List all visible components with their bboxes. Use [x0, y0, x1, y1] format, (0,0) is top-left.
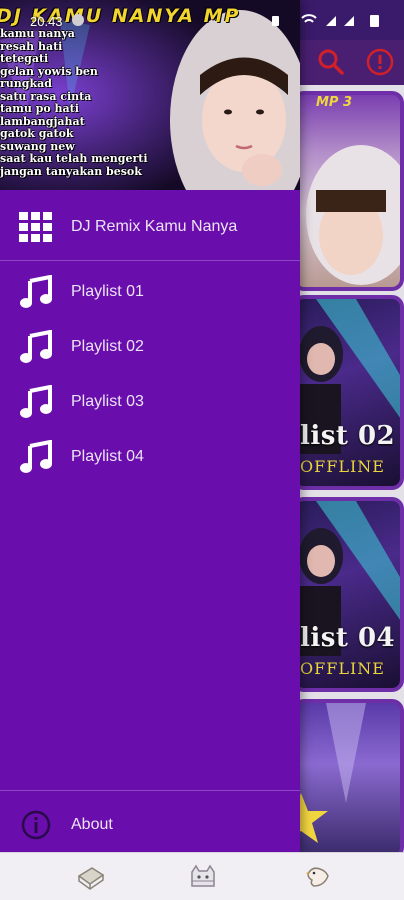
lyric-line: rungkad — [0, 77, 52, 90]
grid-icon — [18, 209, 54, 245]
card-top-label: MP 3 — [316, 95, 353, 110]
menu-item-app[interactable]: DJ Remix Kamu Nanya — [0, 202, 300, 252]
divider — [0, 790, 300, 791]
menu-item-playlist-02[interactable]: Playlist 02 — [0, 322, 300, 372]
info-icon — [18, 807, 54, 843]
lyric-line: tetegati — [0, 52, 49, 65]
header-lyrics: kamu nanya resah hati tetegati gelan yow… — [0, 27, 200, 178]
menu-item-label: Playlist 04 — [71, 448, 144, 465]
notification-icon — [72, 14, 84, 26]
card-sub-label: OFFLINE — [300, 457, 385, 476]
menu-item-label: Playlist 03 — [71, 393, 144, 410]
lyric-line: tamu po hati — [0, 102, 79, 115]
menu-item-label: Playlist 02 — [71, 338, 144, 355]
music-note-icon — [18, 439, 54, 475]
album-card[interactable]: list 04 OFFLINE — [292, 497, 404, 692]
status-icons — [272, 14, 379, 27]
album-card[interactable] — [292, 699, 404, 859]
menu-item-playlist-04[interactable]: Playlist 04 — [0, 432, 300, 482]
music-note-icon — [18, 329, 54, 365]
book-icon[interactable] — [76, 862, 106, 892]
navigation-drawer: DJ KAMU NANYA MP kamu nanya resah hati t… — [0, 0, 300, 852]
card-label: list 04 — [300, 623, 396, 653]
music-note-icon — [18, 274, 54, 310]
lyric-line: saat kau telah mengerti — [0, 152, 148, 165]
album-card[interactable]: list 02 OFFLINE — [292, 295, 404, 490]
status-bar: 20.43 — [0, 0, 404, 40]
album-card[interactable]: MP 3 — [292, 91, 404, 291]
bird-icon[interactable] — [302, 862, 332, 892]
search-icon[interactable] — [316, 47, 346, 77]
menu-item-label: Playlist 01 — [71, 283, 144, 300]
card-sub-label: OFFLINE — [300, 659, 385, 678]
menu-item-playlist-01[interactable]: Playlist 01 — [0, 267, 300, 317]
info-icon[interactable] — [365, 47, 395, 77]
lyric-line: gatok gatok — [0, 127, 74, 140]
music-note-icon — [18, 384, 54, 420]
bottom-navigation-bar — [0, 852, 404, 900]
lyric-line: jangan tanyakan besok — [0, 164, 142, 178]
divider — [0, 260, 300, 261]
cat-icon[interactable] — [188, 862, 218, 892]
menu-item-about[interactable]: About — [0, 800, 300, 850]
status-time: 20.43 — [30, 14, 63, 29]
menu-item-label: DJ Remix Kamu Nanya — [71, 218, 238, 235]
card-label: list 02 — [300, 421, 396, 451]
menu-item-playlist-03[interactable]: Playlist 03 — [0, 377, 300, 427]
menu-item-label: About — [71, 816, 113, 833]
